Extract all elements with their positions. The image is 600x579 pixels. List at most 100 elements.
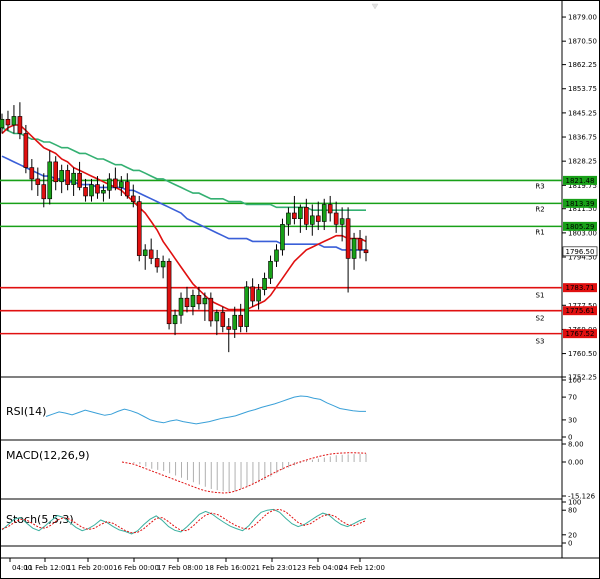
time-tick-label: 16 Feb 00:00 — [113, 564, 159, 572]
candle-body — [83, 187, 88, 197]
candle-body — [35, 178, 41, 185]
candle-body — [160, 260, 166, 268]
price-tick-label: 1853.75 — [568, 85, 597, 93]
candle-body — [47, 161, 53, 200]
price-tick-label: 1879.00 — [568, 14, 597, 22]
candle-body — [142, 249, 148, 256]
candle — [280, 218, 285, 256]
candle-body — [250, 286, 255, 302]
candle-body — [190, 295, 196, 308]
candle-body — [333, 212, 339, 225]
candle-body — [178, 297, 184, 316]
candle-body — [327, 204, 333, 214]
candle-body — [125, 181, 130, 197]
candle-body — [65, 170, 70, 185]
candle-body — [29, 167, 35, 180]
candle-body — [292, 212, 297, 219]
candle-body — [23, 133, 29, 168]
candle-body — [262, 278, 267, 290]
candle-body — [309, 215, 315, 225]
trading-chart: 1879.00 1870.50 1862.25 1853.75 1845.25 1836.… — [0, 0, 600, 579]
candle-body — [101, 189, 106, 194]
price-tick-label: 1760.50 — [568, 350, 597, 358]
candle — [136, 195, 142, 262]
current-price-tag: 1796.50 — [562, 246, 598, 257]
price-tick-label: 1862.25 — [568, 61, 597, 69]
level-tag-text-r2: 1813.39 — [566, 200, 595, 208]
price-tick-label: 1828.25 — [568, 158, 597, 166]
candle-body — [107, 178, 112, 191]
candle-body — [298, 207, 303, 219]
level-tag-text-r1: 1805.29 — [566, 223, 595, 231]
time-tick-label: 17 Feb 08:00 — [157, 564, 203, 572]
candle-body — [256, 289, 261, 302]
level-tag-text-s2: 1775.61 — [566, 307, 595, 315]
candle-body — [166, 260, 172, 325]
candle-body — [280, 224, 285, 251]
candle-body — [71, 172, 76, 185]
rsi-tick-label: 30 — [568, 416, 577, 424]
candle-body — [351, 238, 357, 259]
level-label-s2: S2 — [536, 315, 545, 323]
candle-body — [184, 297, 190, 308]
candle-body — [268, 260, 273, 279]
candle-body — [244, 286, 249, 327]
time-tick-label: 21 Feb 23:01 — [251, 564, 297, 572]
candle-body — [363, 249, 369, 254]
rsi-tick-label: 70 — [568, 394, 577, 402]
level-tag-text-s1: 1783.71 — [566, 284, 595, 292]
candle-body — [208, 297, 214, 322]
price-tag-text: 1796.50 — [566, 248, 595, 256]
stoch-tick-label: 100 — [568, 499, 581, 507]
candle-body — [130, 195, 136, 202]
time-tick-label: 23 Feb 04:00 — [297, 564, 343, 572]
candle-body — [315, 215, 321, 222]
candle-body — [339, 218, 345, 225]
candle-body — [53, 161, 59, 183]
time-tick-label: 24 Feb 12:00 — [339, 564, 385, 572]
candle-body — [59, 170, 64, 183]
candle-body — [17, 116, 23, 134]
candle-body — [238, 314, 243, 327]
candle-body — [304, 207, 309, 225]
stoch-label: Stoch(5,5,3) — [6, 513, 74, 526]
candle-body — [136, 201, 142, 256]
candle-body — [226, 326, 232, 330]
candle-body — [202, 297, 208, 305]
level-tag-text-s3: 1767.52 — [566, 330, 595, 338]
level-tag-text-r3: 1821.48 — [566, 177, 595, 185]
level-label-r2: R2 — [535, 205, 544, 213]
price-tick-label: 1836.75 — [568, 134, 597, 142]
candle-body — [148, 249, 154, 259]
macd-tick-label: 0.00 — [568, 458, 584, 466]
chart-frame — [0, 0, 600, 579]
candle-body — [172, 314, 178, 325]
price-tick-label: 1870.50 — [568, 38, 597, 46]
candle-body — [119, 181, 124, 188]
candle-body — [274, 249, 279, 262]
rsi-tick-label: 100 — [568, 377, 581, 385]
candle-body — [5, 118, 11, 126]
stoch-tick-label: 0 — [568, 540, 572, 548]
candle-body — [357, 238, 363, 251]
stoch-tick-label: 20 — [568, 531, 577, 539]
price-tick-label: 1845.25 — [568, 109, 597, 117]
candle-body — [321, 204, 327, 222]
candle-body — [0, 118, 5, 129]
candle-body — [11, 116, 17, 126]
candle-body — [154, 258, 160, 268]
candle — [166, 258, 172, 330]
candle-body — [41, 184, 47, 200]
candle-body — [220, 312, 226, 327]
stoch-tick-label: 80 — [568, 507, 577, 515]
rsi-label: RSI(14) — [6, 405, 46, 418]
macd-tick-label: 8.00 — [568, 441, 584, 449]
candle-body — [214, 312, 220, 322]
level-label-s3: S3 — [536, 338, 545, 346]
candle-body — [89, 184, 94, 197]
time-tick-label: 11 Feb 12:00 — [24, 564, 70, 572]
level-label-s1: S1 — [536, 292, 545, 300]
candle-body — [345, 218, 351, 259]
level-label-r3: R3 — [535, 182, 544, 190]
candle — [244, 281, 249, 333]
